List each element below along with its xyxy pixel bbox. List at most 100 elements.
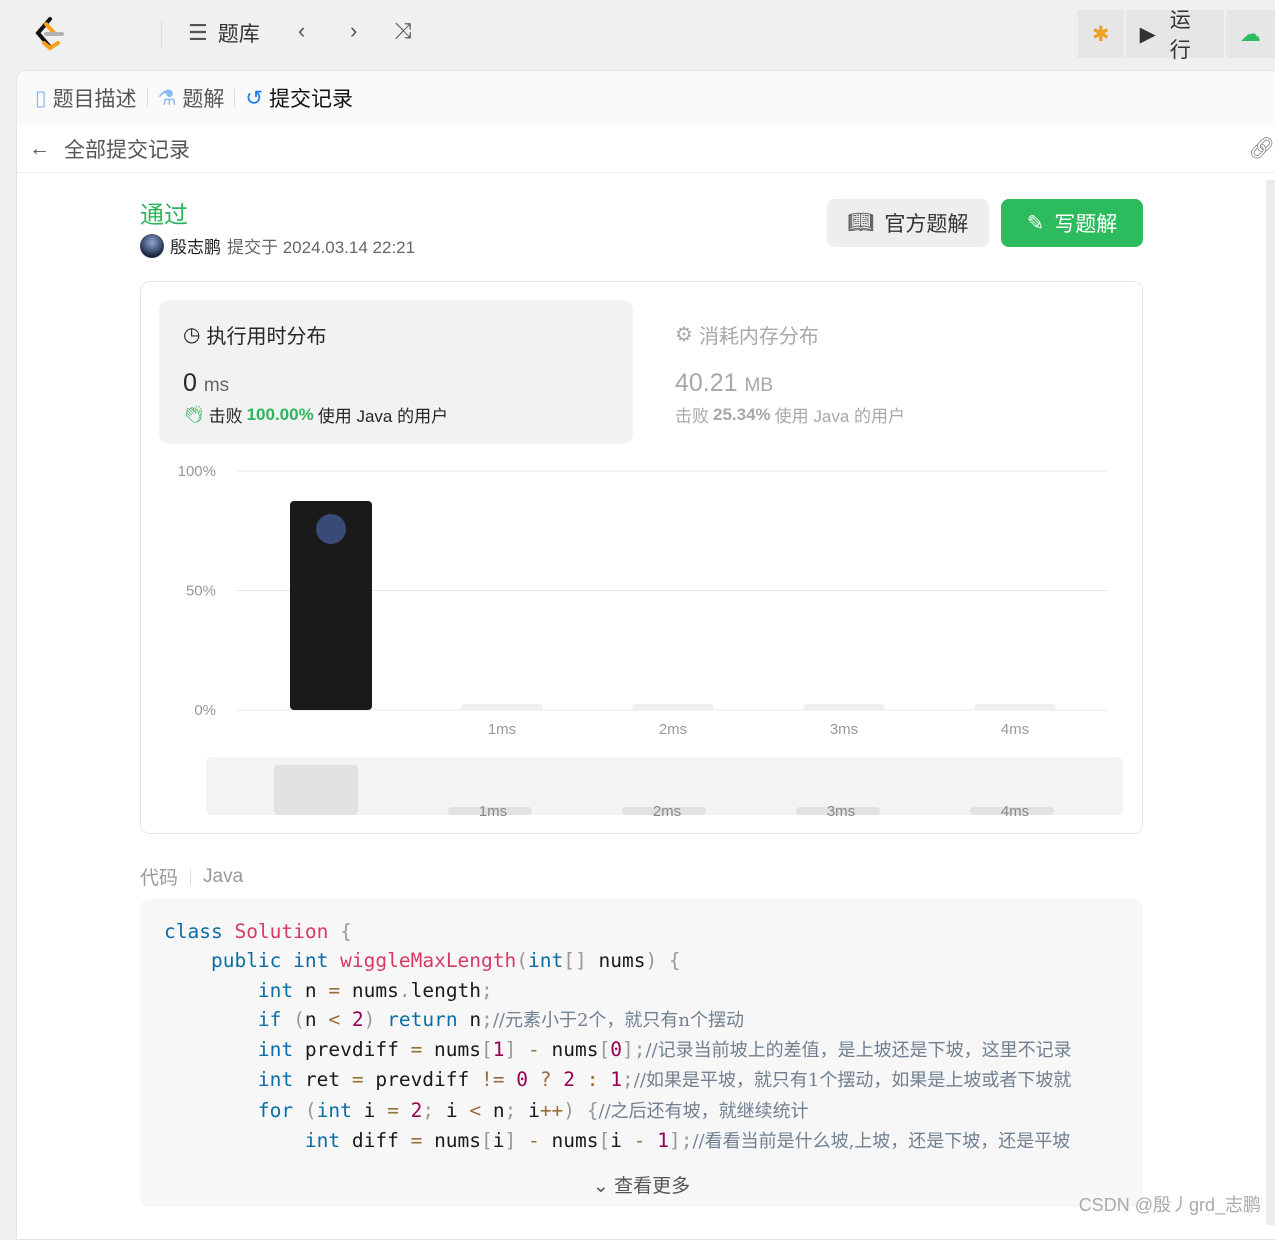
- avatar[interactable]: [140, 233, 164, 258]
- code-token: (: [293, 1098, 317, 1122]
- tab-solutions[interactable]: ⚗ 题解: [158, 83, 225, 113]
- run-button[interactable]: ▶ 运行: [1125, 9, 1224, 62]
- write-solution-button[interactable]: ✎ 写题解: [1001, 199, 1143, 247]
- username[interactable]: 殷志鹏: [170, 233, 221, 258]
- code-language: Java: [203, 865, 244, 887]
- submit-button[interactable]: ☁: [1226, 10, 1275, 58]
- next-problem-button[interactable]: ›: [350, 18, 357, 44]
- debug-button[interactable]: ✱: [1078, 10, 1124, 58]
- scrollbar[interactable]: [1266, 180, 1275, 1225]
- code-line: for (int i = 2; i < n; i++) {//之后还有坡，就继续…: [164, 1096, 1119, 1126]
- code-token: 0: [516, 1068, 528, 1092]
- history-icon: ↺: [245, 86, 263, 110]
- runtime-title: 执行用时分布: [206, 326, 327, 348]
- code-token: [: [481, 1038, 493, 1062]
- code-token: ];: [668, 1129, 693, 1153]
- link-icon[interactable]: 🔗︎: [1248, 137, 1275, 161]
- official-solution-button[interactable]: 📖︎ 官方题解: [827, 199, 989, 247]
- code-token: -: [528, 1129, 540, 1153]
- memory-value: 40.21: [675, 369, 738, 397]
- beat-prefix: 击败: [675, 407, 709, 426]
- document-icon: ▯: [35, 86, 47, 110]
- code-token: n: [293, 978, 329, 1002]
- memory-stat[interactable]: ⚙ 消耗内存分布 40.21 MB 击败 25.34% 使用 Java 的用户: [675, 300, 1115, 444]
- code-token: 2: [410, 1098, 423, 1122]
- user-avatar-marker: [316, 514, 346, 544]
- code-line: int ret = prevdiff != 0 ? 2 : 1;//如果是平坡，…: [164, 1065, 1119, 1095]
- code-token: //之后还有坡，就继续统计: [598, 1100, 809, 1122]
- divider: [146, 89, 148, 107]
- code-block: class Solution { public int wiggleMaxLen…: [140, 899, 1143, 1207]
- tab-description[interactable]: ▯ 题目描述: [35, 83, 137, 113]
- code-token: int: [257, 1068, 294, 1092]
- tab-label: 提交记录: [269, 88, 353, 111]
- divider: [234, 89, 236, 107]
- x-tick-label: 3ms: [830, 721, 858, 738]
- code-token: i: [434, 1098, 470, 1122]
- clock-icon: ◷: [183, 324, 201, 346]
- code-token: []: [563, 949, 587, 973]
- code-line: class Solution {: [164, 917, 1119, 946]
- code-token: 2: [563, 1068, 575, 1092]
- code-token: wiggleMaxLength: [340, 949, 517, 973]
- code-token: ++: [539, 1098, 564, 1122]
- runtime-stat[interactable]: ◷ 执行用时分布 0 ms 👏︎ 击败 100.00% 使用 Java 的用户: [159, 300, 633, 444]
- code-token: (: [516, 949, 529, 973]
- memory-unit: MB: [744, 375, 774, 396]
- bar-1ms: [461, 704, 543, 710]
- code-token: 2: [351, 1007, 364, 1031]
- code-token: :: [586, 1068, 599, 1092]
- code-token: !=: [481, 1068, 505, 1092]
- runtime-beat: 100.00%: [246, 404, 314, 424]
- problem-bank-button[interactable]: ☰ 题库: [188, 18, 260, 48]
- code-token: return: [387, 1007, 458, 1031]
- leetcode-logo-icon[interactable]: [32, 16, 66, 52]
- code-token: =: [387, 1098, 399, 1122]
- code-token: prevdiff: [363, 1068, 482, 1092]
- submission-meta: 殷志鹏 提交于 2024.03.14 22:21: [140, 233, 415, 258]
- divider: [190, 868, 192, 885]
- show-more-button[interactable]: ⌄ 查看更多: [140, 1172, 1143, 1201]
- y-tick-label: 0%: [194, 702, 216, 719]
- write-label: 写题解: [1054, 213, 1118, 236]
- code-token: ?: [539, 1068, 552, 1092]
- code-token: int: [528, 949, 564, 973]
- official-label: 官方题解: [884, 213, 969, 236]
- code-token: [: [481, 1129, 493, 1153]
- code-token: ;: [481, 978, 493, 1002]
- code-token: int: [304, 1129, 341, 1153]
- code-line: int diff = nums[i] - nums[i - 1];//看看当前是…: [164, 1126, 1119, 1156]
- code-token: i: [351, 1098, 388, 1122]
- code-token: nums: [422, 1038, 482, 1062]
- prev-problem-button[interactable]: ‹: [298, 18, 305, 44]
- code-token: <: [469, 1098, 482, 1122]
- tab-submissions[interactable]: ↺ 提交记录: [245, 83, 353, 113]
- code-token: nums: [539, 1129, 599, 1153]
- code-token: diff: [340, 1129, 411, 1153]
- code-token: =: [410, 1038, 423, 1062]
- code-token: //看看当前是什么坡,上坡，还是下坡，还是平坡: [692, 1131, 1071, 1153]
- y-tick-label: 100%: [178, 463, 216, 480]
- code-token: ): [363, 1007, 376, 1031]
- back-to-all-submissions[interactable]: ← 全部提交记录 🔗︎: [17, 125, 1275, 173]
- code-token: //记录当前坡上的差值，是上坡还是下坡，这里不记录: [645, 1040, 1072, 1062]
- code-token: int: [257, 978, 294, 1002]
- runtime-value: 0: [183, 369, 197, 397]
- code-token: {: [328, 920, 352, 943]
- code-token: Solution: [234, 920, 329, 943]
- shuffle-icon[interactable]: ⤨: [394, 18, 412, 44]
- code-token: .: [398, 978, 411, 1002]
- play-icon: ▶: [1139, 22, 1156, 46]
- overview-tick-label: 4ms: [1001, 803, 1029, 820]
